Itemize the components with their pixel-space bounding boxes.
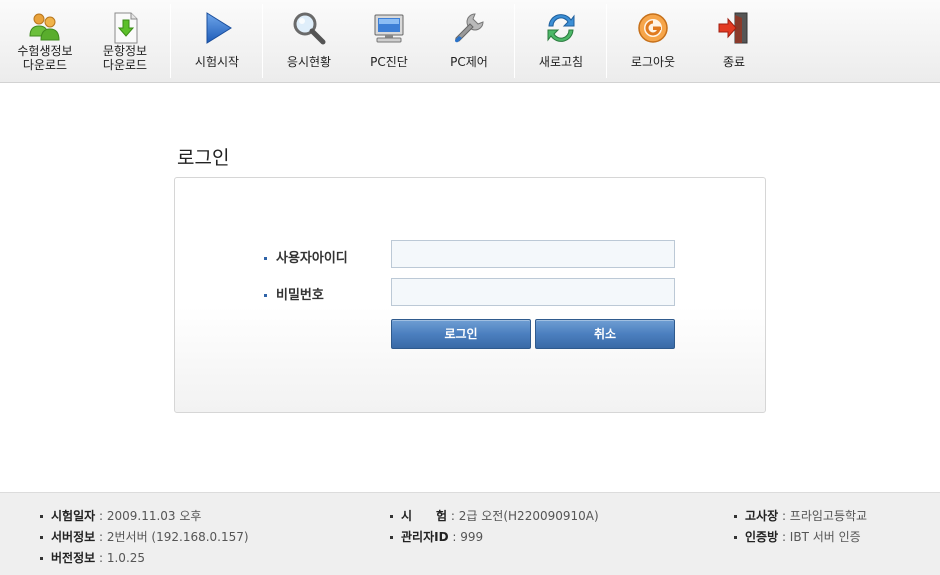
bullet-icon (734, 515, 737, 518)
admin-value: : 999 (452, 530, 484, 544)
users-download-icon (29, 13, 60, 41)
bullet-icon (264, 257, 267, 260)
bullet-icon (264, 294, 267, 297)
pc-diagnosis-label: PC진단 (370, 55, 408, 69)
status-footer: 시험일자 : 2009.11.03 오후 서버정보 : 2번서버 (192.16… (0, 492, 940, 575)
logout-button[interactable]: 로그아웃 (616, 0, 690, 82)
toolbar-divider (262, 4, 263, 78)
login-button[interactable]: 로그인 (391, 319, 531, 349)
site-value: : 프라임고등학교 (781, 509, 868, 523)
examinee-download-button[interactable]: 수험생정보 다운로드 (6, 0, 84, 82)
exam-status-button[interactable]: 응시현황 (272, 0, 346, 82)
toolbar-divider (606, 4, 607, 78)
bullet-icon (40, 536, 43, 539)
bullet-icon (40, 515, 43, 518)
site-info: 고사장 : 프라임고등학교 (734, 507, 867, 524)
password-label-text: 비밀번호 (276, 288, 324, 303)
magnifier-icon (293, 12, 326, 45)
start-exam-button[interactable]: 시험시작 (180, 0, 254, 82)
exit-label: 종료 (722, 55, 746, 69)
exam-date-info: 시험일자 : 2009.11.03 오후 (40, 507, 201, 524)
exam-date-label: 시험일자 (51, 509, 96, 523)
pc-control-label: PC제어 (450, 55, 488, 69)
pc-diagnosis-button[interactable]: PC진단 (352, 0, 426, 82)
auth-value: : IBT 서버 인증 (781, 530, 861, 544)
exam-label: 시 험 (401, 509, 448, 523)
bullet-icon (390, 515, 393, 518)
bullet-icon (390, 536, 393, 539)
cancel-button[interactable]: 취소 (535, 319, 675, 349)
site-label: 고사장 (745, 509, 779, 523)
exam-status-label: 응시현황 (286, 55, 332, 69)
examinee-download-label: 수험생정보 다운로드 (17, 44, 73, 72)
question-download-button[interactable]: 문항정보 다운로드 (90, 0, 160, 82)
start-exam-label: 시험시작 (194, 55, 240, 69)
logout-icon (638, 13, 668, 43)
refresh-icon (547, 14, 575, 42)
bullet-icon (734, 536, 737, 539)
admin-info: 관리자ID : 999 (390, 528, 483, 545)
monitor-icon (374, 14, 404, 43)
server-value: : 2번서버 (192.168.0.157) (99, 530, 249, 544)
question-download-label: 문항정보 다운로드 (102, 44, 148, 72)
exam-date-value: : 2009.11.03 오후 (99, 509, 202, 523)
document-download-icon (114, 12, 138, 44)
wrench-icon (455, 13, 484, 43)
refresh-label: 새로고침 (538, 55, 584, 69)
exit-button[interactable]: 종료 (697, 0, 771, 82)
admin-label: 관리자ID (401, 530, 449, 544)
user-id-input[interactable] (391, 240, 675, 268)
exit-door-icon (718, 12, 748, 44)
password-label: 비밀번호 (264, 284, 324, 303)
exam-info: 시 험 : 2급 오전(H220090910A) (390, 507, 599, 524)
version-value: : 1.0.25 (99, 551, 146, 565)
auth-info: 인증방 : IBT 서버 인증 (734, 528, 861, 545)
pc-control-button[interactable]: PC제어 (432, 0, 506, 82)
login-title: 로그인 (177, 147, 230, 169)
toolbar: 수험생정보 다운로드 문항정보 다운로드 시험시작 응시현황 PC진단 PC제어… (0, 0, 940, 83)
server-label: 서버정보 (51, 530, 96, 544)
password-input[interactable] (391, 278, 675, 306)
auth-label: 인증방 (745, 530, 779, 544)
version-label: 버전정보 (51, 551, 96, 565)
user-id-label: 사용자아이디 (264, 247, 348, 266)
toolbar-divider (170, 4, 171, 78)
server-info: 서버정보 : 2번서버 (192.168.0.157) (40, 528, 249, 545)
play-icon (206, 12, 232, 44)
bullet-icon (40, 557, 43, 560)
user-id-label-text: 사용자아이디 (276, 251, 348, 266)
exam-value: : 2급 오전(H220090910A) (450, 509, 599, 523)
logout-label: 로그아웃 (630, 55, 676, 69)
refresh-button[interactable]: 새로고침 (524, 0, 598, 82)
version-info: 버전정보 : 1.0.25 (40, 549, 145, 566)
toolbar-divider (514, 4, 515, 78)
